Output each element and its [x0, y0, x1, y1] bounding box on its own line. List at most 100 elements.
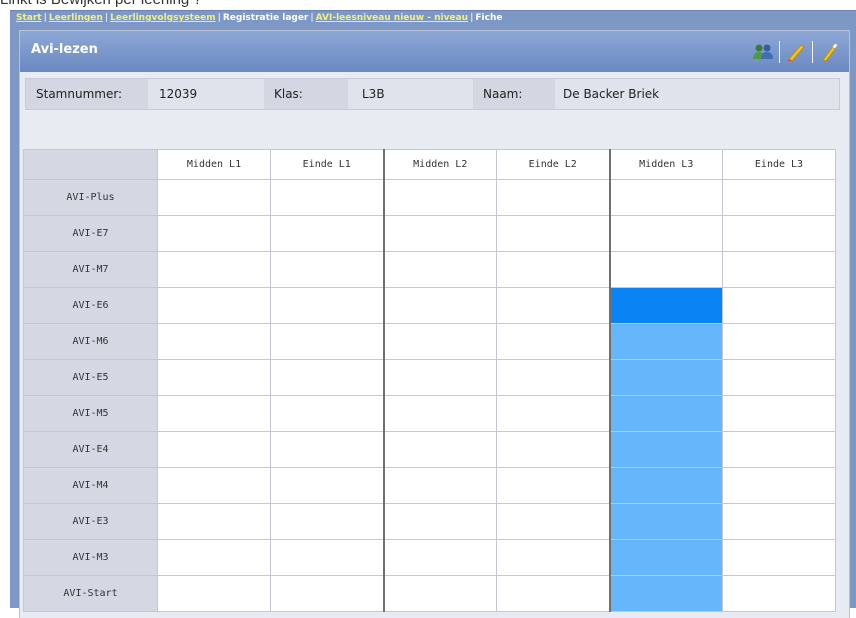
grid-cell[interactable]: [722, 179, 836, 216]
klas-label: Klas:: [264, 79, 348, 109]
grid-cell[interactable]: [722, 395, 836, 432]
grid-cell[interactable]: [157, 179, 271, 216]
grid-cell[interactable]: [157, 323, 271, 360]
breadcrumb-item[interactable]: Leerlingvolgsysteem: [110, 13, 215, 23]
grid-cell[interactable]: [270, 359, 384, 396]
grid-cell[interactable]: [722, 251, 836, 288]
grid-cell[interactable]: [382, 251, 497, 288]
avi-grid: Midden L1 Einde L1 Midden L2 Einde L2 Midden…: [23, 149, 836, 612]
grid-cell[interactable]: [382, 431, 497, 468]
grid-header-row: Midden L1 Einde L1 Midden L2 Einde L2 Midden…: [23, 149, 836, 180]
grid-row-header: AVI-Start: [23, 575, 158, 612]
grid-cell[interactable]: [157, 539, 271, 576]
grid-body: AVI-Plus AVI-E7 AVI-M7 AVI-E6 AVI-M6 AVI-E5 AV…: [23, 179, 836, 612]
grid-cell[interactable]: [496, 287, 610, 324]
grid-cell[interactable]: [157, 467, 271, 504]
klas-value: L3B: [362, 87, 385, 101]
grid-cell[interactable]: [722, 287, 836, 324]
breadcrumb-separator: |: [43, 13, 47, 23]
grid-cell[interactable]: [157, 287, 271, 324]
grid-cell[interactable]: [270, 395, 384, 432]
grid-cell[interactable]: [496, 467, 610, 504]
grid-cell[interactable]: [157, 215, 271, 252]
grid-cell[interactable]: [157, 503, 271, 540]
grid-cell[interactable]: [608, 539, 723, 576]
eraser-icon[interactable]: [817, 40, 841, 64]
grid-cell[interactable]: [496, 575, 610, 612]
grid-cell[interactable]: [722, 575, 836, 612]
grid-cell[interactable]: [382, 467, 497, 504]
grid-cell[interactable]: [496, 179, 610, 216]
grid-row-header: AVI-M4: [23, 467, 158, 504]
grid-cell[interactable]: [608, 179, 723, 216]
grid-cell[interactable]: [496, 431, 610, 468]
grid-cell[interactable]: [382, 503, 497, 540]
grid-cell[interactable]: [382, 215, 497, 252]
breadcrumb-item[interactable]: AVI-leesniveau nieuw - niveau: [316, 13, 468, 23]
grid-cell[interactable]: [722, 503, 836, 540]
grid-cell[interactable]: [157, 395, 271, 432]
grid-cell[interactable]: [608, 395, 723, 432]
grid-cell[interactable]: [608, 251, 723, 288]
grid-cell[interactable]: [270, 179, 384, 216]
grid-row: AVI-M7: [23, 251, 836, 288]
grid-cell[interactable]: [722, 323, 836, 360]
grid-cell[interactable]: [270, 539, 384, 576]
grid-cell[interactable]: [382, 539, 497, 576]
grid-cell[interactable]: [382, 575, 497, 612]
grid-row-header: AVI-Plus: [23, 179, 158, 216]
grid-cell[interactable]: [496, 251, 610, 288]
grid-column-header: Midden L3: [608, 149, 723, 180]
grid-cell[interactable]: [382, 287, 497, 324]
grid-cell[interactable]: [382, 359, 497, 396]
grid-cell[interactable]: [608, 431, 723, 468]
grid-cell[interactable]: [608, 323, 723, 360]
grid-cell[interactable]: [157, 575, 271, 612]
grid-cell[interactable]: [270, 287, 384, 324]
grid-cell[interactable]: [270, 467, 384, 504]
grid-cell[interactable]: [157, 251, 271, 288]
grid-cell[interactable]: [157, 359, 271, 396]
users-icon[interactable]: [751, 40, 775, 64]
toolbar-separator: [779, 41, 780, 63]
breadcrumb-item[interactable]: Start: [16, 13, 42, 23]
grid-cell[interactable]: [270, 215, 384, 252]
grid-cell[interactable]: [722, 215, 836, 252]
grid-cell[interactable]: [270, 323, 384, 360]
grid-cell[interactable]: [608, 215, 723, 252]
grid-cell[interactable]: [722, 431, 836, 468]
grid-row-header: AVI-E5: [23, 359, 158, 396]
grid-cell[interactable]: [496, 215, 610, 252]
grid-cell[interactable]: [608, 575, 723, 612]
grid-cell[interactable]: [722, 467, 836, 504]
stamnummer-label: Stamnummer:: [26, 79, 148, 109]
grid-cell[interactable]: [608, 503, 723, 540]
grid-cell[interactable]: [382, 323, 497, 360]
grid-row: AVI-E3: [23, 503, 836, 540]
grid-row-header: AVI-M6: [23, 323, 158, 360]
grid-cell[interactable]: [496, 359, 610, 396]
panel-title: Avi-lezen: [31, 42, 98, 57]
grid-cell[interactable]: [270, 575, 384, 612]
grid-cell[interactable]: [157, 431, 271, 468]
grid-cell[interactable]: [608, 467, 723, 504]
grid-cell[interactable]: [496, 323, 610, 360]
pencil-icon[interactable]: [784, 40, 808, 64]
grid-cell[interactable]: [722, 539, 836, 576]
student-info-bar: Stamnummer: 12039 Klas: L3B Naam: De Bac…: [25, 78, 840, 110]
breadcrumb-item[interactable]: Leerlingen: [49, 13, 103, 23]
grid-cell[interactable]: [270, 503, 384, 540]
grid-cell[interactable]: [608, 359, 723, 396]
grid-cell[interactable]: [496, 539, 610, 576]
grid-cell[interactable]: [270, 251, 384, 288]
grid-cell[interactable]: [496, 503, 610, 540]
grid-cell[interactable]: [496, 395, 610, 432]
grid-row: AVI-E4: [23, 431, 836, 468]
grid-row: AVI-M6: [23, 323, 836, 360]
grid-cell[interactable]: [270, 431, 384, 468]
grid-row: AVI-E5: [23, 359, 836, 396]
grid-cell[interactable]: [722, 359, 836, 396]
grid-cell[interactable]: [382, 395, 497, 432]
grid-cell[interactable]: [608, 287, 723, 324]
grid-cell[interactable]: [382, 179, 497, 216]
